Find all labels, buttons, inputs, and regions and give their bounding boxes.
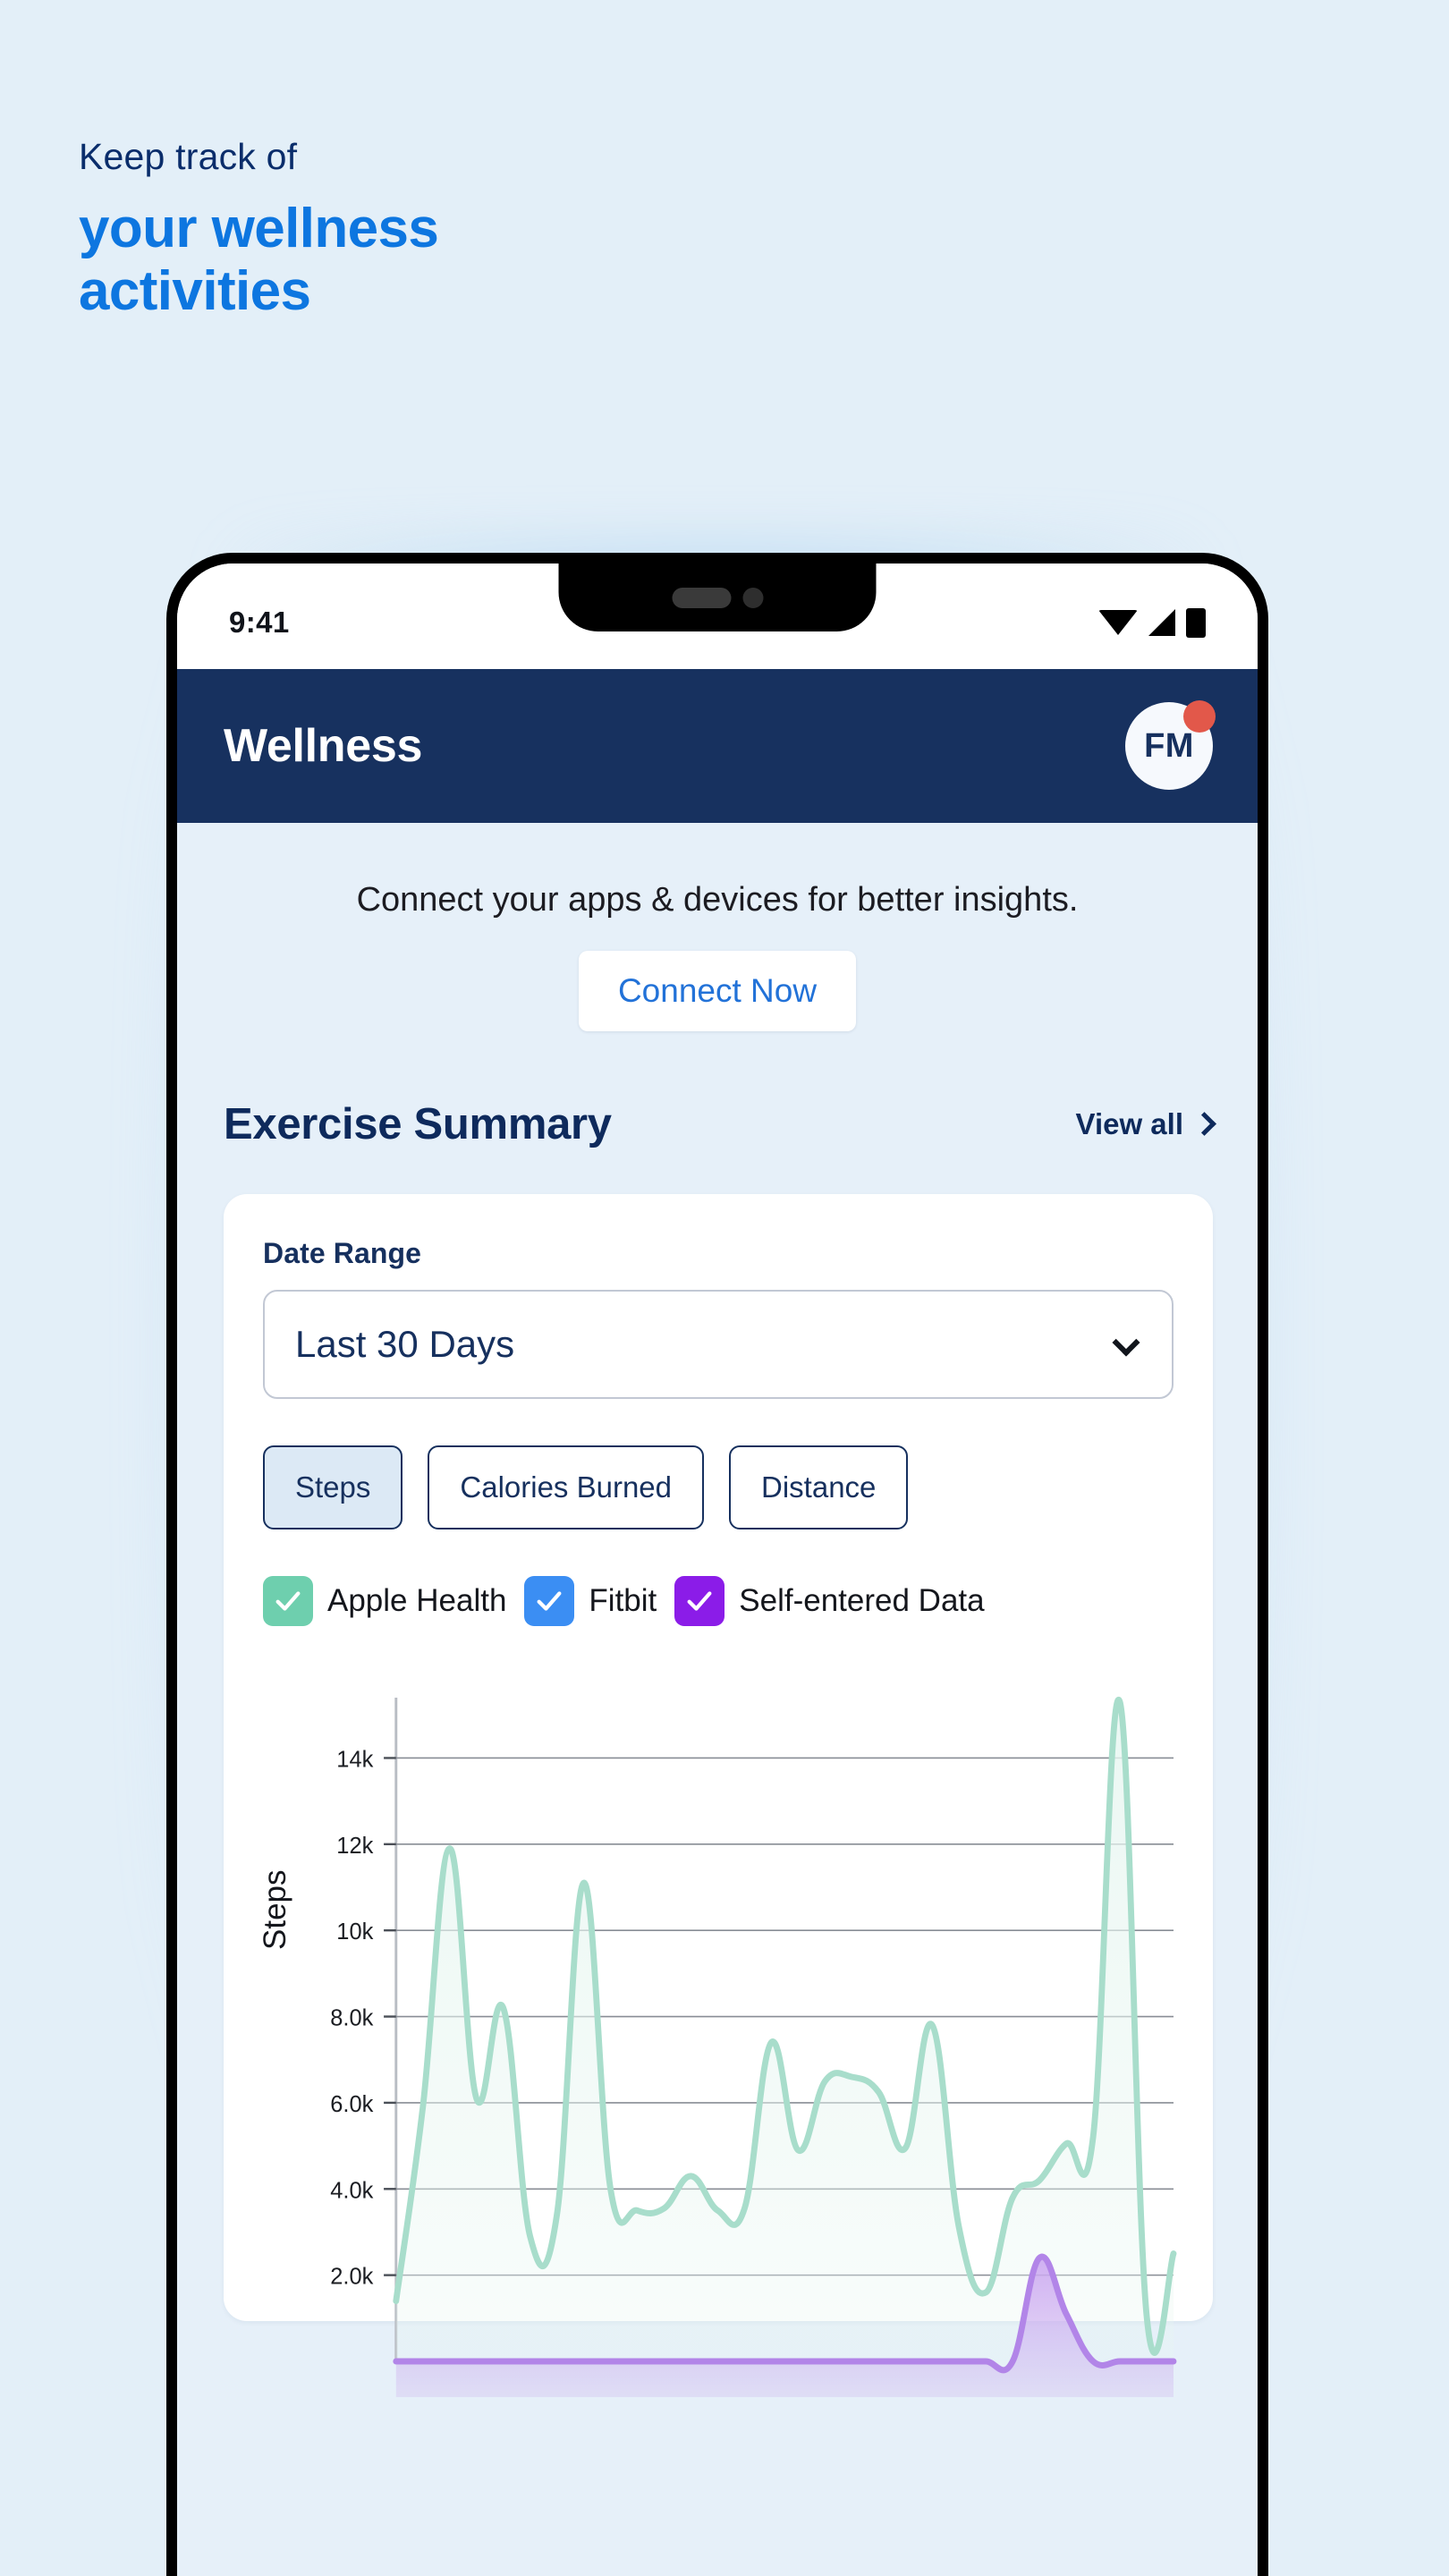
exercise-summary-card: Date Range Last 30 Days Steps Calories B… bbox=[224, 1194, 1213, 2398]
source-checkbox-self-entered-data[interactable]: Self-entered Data bbox=[674, 1576, 985, 1627]
svg-text:8.0k: 8.0k bbox=[330, 2006, 373, 2031]
avatar[interactable]: FM bbox=[1125, 700, 1216, 790]
date-range-label: Date Range bbox=[263, 1237, 422, 1270]
connect-banner-message: Connect your apps & devices for better i… bbox=[356, 881, 1079, 919]
promo-title-line-2: activities bbox=[79, 260, 311, 323]
app-title: Wellness bbox=[224, 720, 423, 772]
date-range-value: Last 30 Days bbox=[295, 1323, 515, 1366]
status-bar: 9:41 bbox=[177, 564, 1258, 669]
promo-title-line-1: your wellness bbox=[79, 198, 439, 260]
phone-screen: 9:41 Wellness FM Connect your apps & dev… bbox=[177, 564, 1258, 2576]
signal-icon bbox=[1148, 609, 1175, 636]
promo-eyebrow: Keep track of bbox=[79, 136, 298, 177]
source-checkbox-fitbit[interactable]: Fitbit bbox=[524, 1576, 657, 1627]
battery-icon bbox=[1186, 607, 1206, 638]
camera-icon bbox=[742, 587, 763, 608]
svg-text:12k: 12k bbox=[336, 1834, 373, 1859]
checkbox-checked-icon[interactable] bbox=[674, 1576, 725, 1627]
source-label-apple-health: Apple Health bbox=[327, 1583, 507, 1619]
app-content: Connect your apps & devices for better i… bbox=[177, 823, 1258, 2576]
svg-text:2.0k: 2.0k bbox=[330, 2265, 373, 2290]
chart-y-axis-label: Steps bbox=[258, 1869, 292, 1951]
status-bar-clock: 9:41 bbox=[229, 606, 290, 639]
notification-badge-icon bbox=[1183, 700, 1216, 733]
phone-notch bbox=[558, 564, 877, 631]
view-all-label: View all bbox=[1075, 1107, 1183, 1141]
svg-text:4.0k: 4.0k bbox=[330, 2178, 373, 2203]
connect-banner: Connect your apps & devices for better i… bbox=[177, 823, 1258, 1032]
checkbox-checked-icon[interactable] bbox=[263, 1576, 313, 1627]
data-source-legend: Apple Health Fitbit Self-entered Data bbox=[263, 1576, 1174, 1627]
page-title: Exercise Summary bbox=[224, 1100, 612, 1149]
source-label-fitbit: Fitbit bbox=[589, 1583, 657, 1619]
chevron-down-icon bbox=[1112, 1328, 1140, 1357]
metric-button-steps[interactable]: Steps bbox=[263, 1445, 403, 1530]
connect-now-button[interactable]: Connect Now bbox=[578, 951, 857, 1032]
checkbox-checked-icon[interactable] bbox=[524, 1576, 575, 1627]
app-bar: Wellness FM bbox=[177, 669, 1258, 823]
svg-text:14k: 14k bbox=[336, 1748, 373, 1773]
svg-text:10k: 10k bbox=[336, 1919, 373, 1945]
steps-area-chart: Steps 2.0k 4.0k 6.0k 8.0k 10k 12k 14k bbox=[258, 1682, 1177, 2398]
source-label-self-entered: Self-entered Data bbox=[739, 1583, 985, 1619]
speaker-icon bbox=[672, 587, 731, 608]
promo-title: your wellness activities bbox=[79, 198, 884, 323]
metric-toggle-group: Steps Calories Burned Distance bbox=[263, 1445, 1174, 1530]
metric-button-distance[interactable]: Distance bbox=[729, 1445, 909, 1530]
wifi-icon bbox=[1098, 610, 1138, 635]
phone-frame: 9:41 Wellness FM Connect your apps & dev… bbox=[166, 553, 1268, 2576]
metric-button-calories-burned[interactable]: Calories Burned bbox=[428, 1445, 705, 1530]
svg-text:6.0k: 6.0k bbox=[330, 2092, 373, 2117]
view-all-link[interactable]: View all bbox=[1075, 1107, 1216, 1141]
date-range-select[interactable]: Last 30 Days bbox=[263, 1290, 1174, 1400]
chevron-right-icon bbox=[1192, 1111, 1216, 1136]
source-checkbox-apple-health[interactable]: Apple Health bbox=[263, 1576, 507, 1627]
exercise-summary-header: Exercise Summary View all bbox=[177, 1099, 1258, 1149]
status-bar-icons bbox=[1098, 607, 1206, 638]
chart-canvas: 2.0k 4.0k 6.0k 8.0k 10k 12k 14k bbox=[330, 1697, 1177, 2398]
promo-block: Keep track of your wellness activities bbox=[79, 134, 884, 323]
